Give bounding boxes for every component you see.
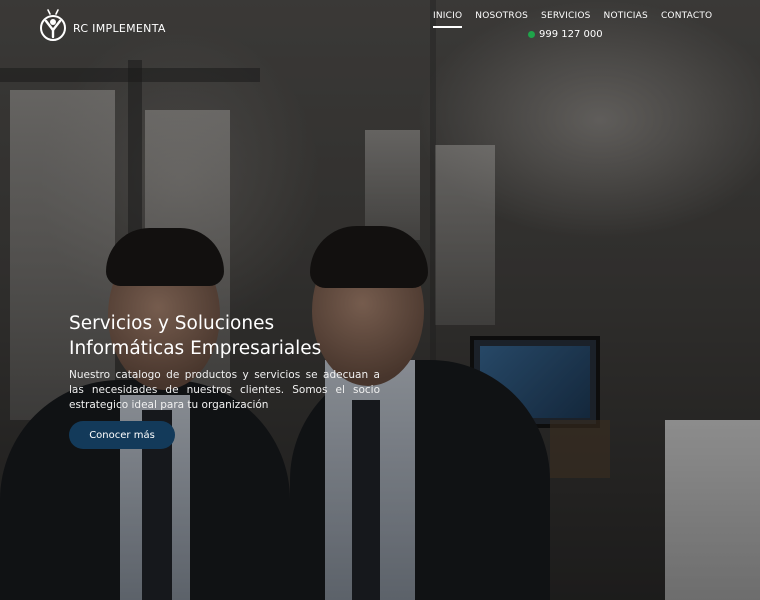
conocer-mas-button[interactable]: Conocer más — [69, 421, 175, 449]
logo-text: RC IMPLEMENTA — [73, 21, 166, 35]
whatsapp-icon — [528, 31, 535, 38]
nav-item-contacto[interactable]: CONTACTO — [661, 11, 712, 28]
hero-background — [0, 0, 760, 600]
nav-item-nosotros[interactable]: NOSOTROS — [475, 11, 528, 28]
logo-person-icon — [40, 9, 66, 41]
site-logo[interactable]: RC IMPLEMENTA — [38, 8, 166, 42]
main-nav: INICIO NOSOTROS SERVICIOS NOTICIAS CONTA… — [433, 11, 725, 28]
phone-number: 999 127 000 — [539, 29, 603, 40]
hero-title: Servicios y Soluciones Informáticas Empr… — [69, 311, 380, 361]
nav-item-inicio[interactable]: INICIO — [433, 11, 463, 28]
dark-overlay — [0, 0, 760, 600]
hero-title-line-2: Informáticas Empresariales — [69, 338, 322, 359]
phone-contact[interactable]: 999 127 000 — [528, 29, 603, 40]
hero-title-line-1: Servicios y Soluciones — [69, 313, 275, 334]
nav-item-noticias[interactable]: NOTICIAS — [604, 11, 648, 28]
hero-content: Servicios y Soluciones Informáticas Empr… — [69, 311, 380, 413]
nav-item-servicios[interactable]: SERVICIOS — [541, 11, 591, 28]
hero-description: Nuestro catalogo de productos y servicio… — [69, 369, 380, 411]
